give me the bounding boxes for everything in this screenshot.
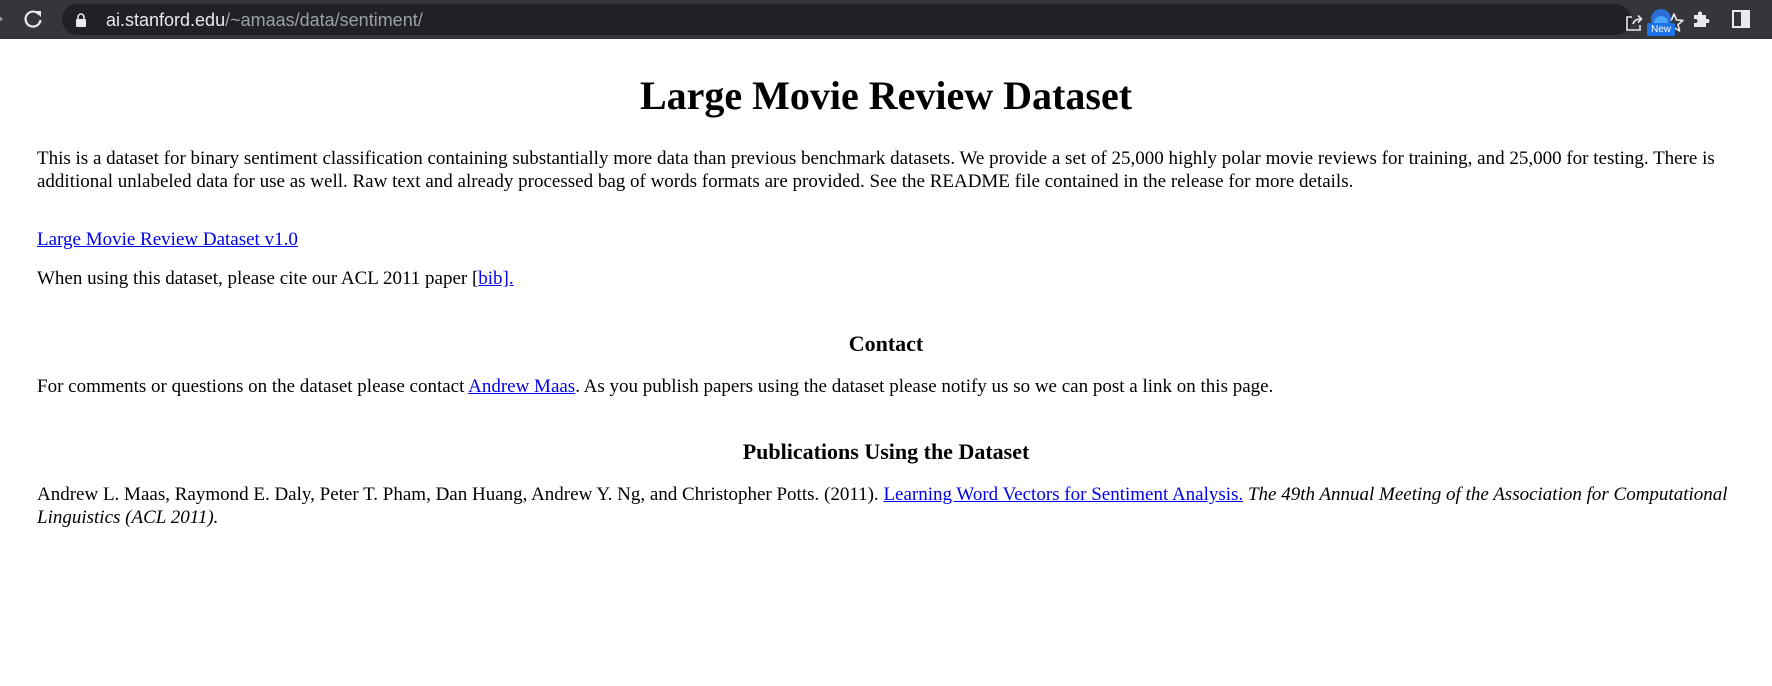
url-host: ai.stanford.edu <box>106 10 226 30</box>
publications-heading: Publications Using the Dataset <box>742 439 1030 464</box>
download-link[interactable]: Large Movie Review Dataset v1.0 <box>37 229 298 250</box>
page-title: Large Movie Review Dataset <box>639 73 1133 118</box>
extension-new-badge: New <box>1647 23 1675 36</box>
extension-new-icon[interactable]: New <box>1647 7 1675 37</box>
bib-link[interactable]: bib]. <box>478 268 513 289</box>
publication-authors: Andrew L. Maas, Raymond E. Daly, Peter T… <box>37 484 884 505</box>
puzzle-icon[interactable] <box>1691 9 1711 29</box>
side-panel-icon[interactable] <box>1731 9 1751 29</box>
cite-paragraph: When using this dataset, please cite our… <box>37 267 1735 290</box>
contact-text-after: . As you publish papers using the datase… <box>575 376 1274 397</box>
url-text[interactable]: ai.stanford.edu/~amaas/data/sentiment/ <box>106 9 423 31</box>
page-content: Large Movie Review Dataset This is a dat… <box>0 39 1772 529</box>
address-bar[interactable]: ai.stanford.edu/~amaas/data/sentiment/ <box>62 4 1684 35</box>
share-icon[interactable] <box>1624 13 1644 33</box>
contact-text-before: For comments or questions on the dataset… <box>37 376 469 397</box>
browser-toolbar: ai.stanford.edu/~amaas/data/sentiment/ N… <box>0 0 1772 39</box>
publication-item: Andrew L. Maas, Raymond E. Daly, Peter T… <box>37 483 1735 529</box>
contact-link[interactable]: Andrew Maas <box>468 376 575 397</box>
contact-heading: Contact <box>848 331 924 356</box>
cite-text: When using this dataset, please cite our… <box>37 268 472 289</box>
forward-icon[interactable] <box>0 12 6 26</box>
download-paragraph: Large Movie Review Dataset v1.0 <box>37 228 1735 251</box>
reload-icon[interactable] <box>22 8 44 30</box>
contact-paragraph: For comments or questions on the dataset… <box>37 375 1735 398</box>
url-path: /~amaas/data/sentiment/ <box>225 10 423 30</box>
paper-link[interactable]: Learning Word Vectors for Sentiment Anal… <box>883 484 1243 505</box>
intro-paragraph: This is a dataset for binary sentiment c… <box>37 148 1715 192</box>
lock-icon[interactable] <box>75 13 87 27</box>
